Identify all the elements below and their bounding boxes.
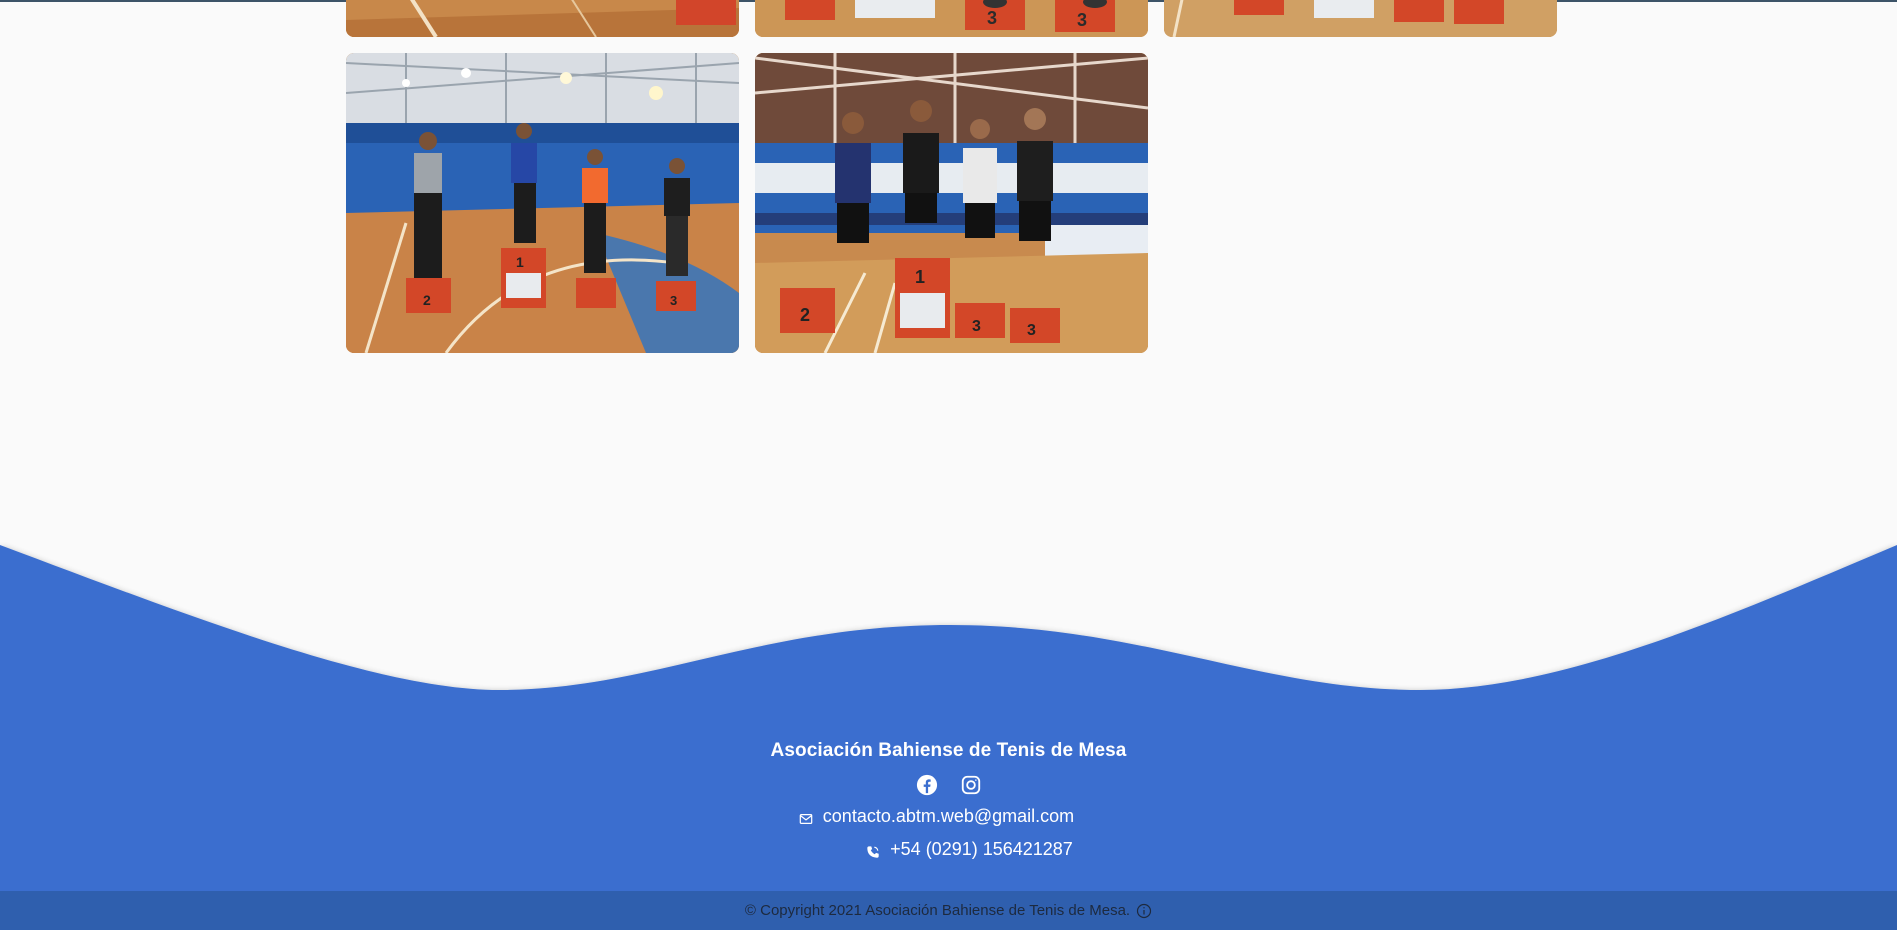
photo-gallery: 3 3 2 1 3 2 1 3 3 [346, 0, 1558, 360]
phone-number: +54 (0291) 156421287 [890, 839, 1073, 859]
svg-text:3: 3 [670, 293, 677, 308]
instagram-icon[interactable] [960, 774, 982, 796]
footer: Asociación Bahiense de Tenis de Mesa con… [0, 740, 1897, 860]
svg-text:1: 1 [516, 254, 524, 270]
svg-text:2: 2 [800, 305, 810, 325]
gallery-photo[interactable]: 3 3 [755, 0, 1148, 37]
svg-text:3: 3 [1027, 322, 1036, 339]
email-row: contacto.abtm.web@gmail.com [0, 806, 1897, 827]
mail-icon [799, 810, 813, 824]
svg-text:3: 3 [1077, 10, 1087, 30]
copyright-bar: © Copyright 2021 Asociación Bahiense de … [0, 891, 1897, 930]
svg-text:2: 2 [423, 292, 431, 308]
email-link[interactable]: contacto.abtm.web@gmail.com [823, 806, 1074, 827]
copyright-text: © Copyright 2021 Asociación Bahiense de … [744, 902, 1131, 919]
phone-icon [866, 843, 880, 858]
footer-org-name: Asociación Bahiense de Tenis de Mesa [770, 740, 1127, 761]
gallery-photo[interactable] [1164, 0, 1557, 37]
svg-text:3: 3 [972, 318, 981, 335]
svg-text:1: 1 [915, 267, 925, 287]
info-icon[interactable] [1136, 903, 1152, 919]
gallery-photo[interactable]: 2 1 3 3 [755, 53, 1148, 353]
social-links [0, 772, 1897, 798]
svg-text:3: 3 [987, 8, 997, 28]
phone-row: +54 (0291) 156421287 [0, 839, 1897, 860]
gallery-photo[interactable]: 2 1 3 [346, 53, 739, 353]
facebook-icon[interactable] [916, 774, 938, 796]
gallery-photo[interactable] [346, 0, 739, 37]
